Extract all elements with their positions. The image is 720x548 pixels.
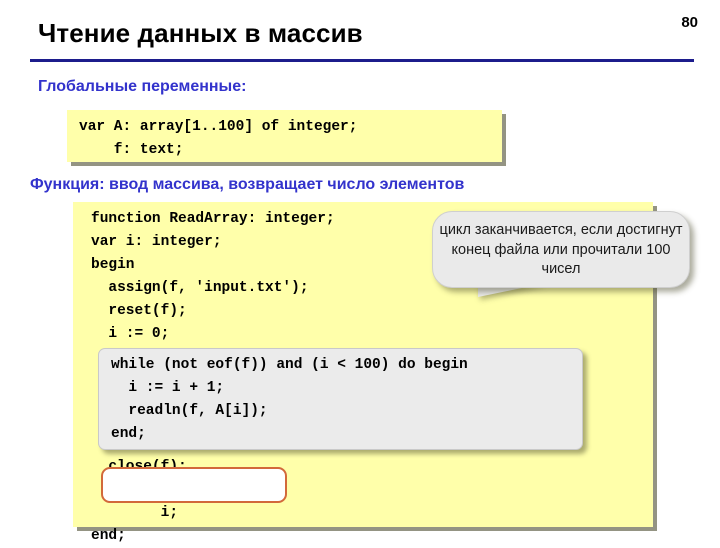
while-loop-highlight-box: while (not eof(f)) and (i < 100) do begi… [98, 348, 583, 450]
return-value-highlight-box [101, 467, 287, 503]
function-heading: Функция: ввод массива, возвращает число … [30, 176, 465, 193]
page-number: 80 [681, 14, 698, 31]
globals-heading: Глобальные переменные: [38, 78, 247, 95]
title-divider [30, 59, 694, 62]
function-code-top-text: function ReadArray: integer; var i: inte… [91, 211, 335, 342]
globals-code-text: var A: array[1..100] of integer; f: text… [79, 119, 358, 158]
while-loop-code-text: while (not eof(f)) and (i < 100) do begi… [111, 357, 468, 442]
callout-bubble: цикл заканчивается, если достигнут конец… [432, 211, 690, 288]
callout-text: цикл заканчивается, если достигнут конец… [439, 222, 683, 277]
globals-code-panel: var A: array[1..100] of integer; f: text… [67, 110, 502, 162]
page-title: Чтение данных в массив [38, 18, 363, 48]
